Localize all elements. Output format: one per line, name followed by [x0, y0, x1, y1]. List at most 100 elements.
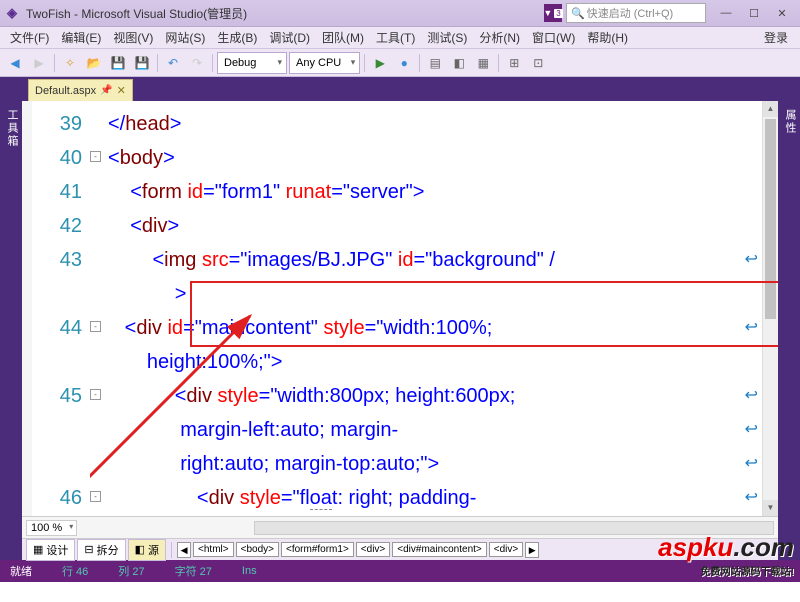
status-col: 列 27 — [118, 563, 144, 579]
fold-toggle-icon[interactable]: - — [90, 151, 101, 162]
status-ins: Ins — [242, 565, 257, 577]
save-all-button[interactable]: 💾 — [131, 52, 153, 74]
menu-view[interactable]: 视图(V) — [107, 27, 159, 48]
nav-back-button[interactable]: ◀ — [4, 52, 26, 74]
code-line[interactable]: <body> — [108, 141, 774, 175]
menu-debug[interactable]: 调试(D) — [263, 27, 316, 48]
pin-icon[interactable]: 📌 — [100, 85, 112, 96]
line-number: 43 — [32, 243, 90, 311]
line-number: 46- — [32, 481, 90, 516]
code-line[interactable]: <div style="width:800px; height:600px; m… — [108, 379, 774, 481]
code-body[interactable]: </head> <body> <form id="form1" runat="s… — [90, 101, 778, 516]
left-sidebar-toolbox[interactable]: 工具箱 — [0, 101, 22, 560]
open-file-button[interactable]: 📂 — [83, 52, 105, 74]
fold-toggle-icon[interactable]: - — [90, 389, 101, 400]
document-tab[interactable]: Default.aspx 📌 ✕ — [28, 79, 133, 101]
properties-tab[interactable]: 属性 — [780, 105, 800, 556]
toolbox-tab[interactable]: 工具箱 — [2, 105, 22, 556]
zoom-bar: 100 % — [22, 516, 778, 538]
menu-file[interactable]: 文件(F) — [4, 27, 55, 48]
tb-icon-1[interactable]: ▤ — [424, 52, 446, 74]
code-line[interactable]: <div style="float: right; padding- top: … — [108, 481, 774, 516]
line-number: 42 — [32, 209, 90, 243]
word-wrap-icon: ↩ — [745, 311, 758, 345]
breadcrumb-item[interactable]: <div> — [489, 542, 523, 557]
breadcrumb-item[interactable]: <form#form1> — [281, 542, 354, 557]
code-line[interactable]: <div> — [108, 209, 774, 243]
line-number: 45- — [32, 379, 90, 481]
minimize-button[interactable]: — — [712, 3, 740, 23]
sign-in-link[interactable]: 登录 — [756, 27, 796, 48]
horizontal-scrollbar[interactable] — [254, 521, 774, 535]
undo-button[interactable]: ↶ — [162, 52, 184, 74]
zoom-dropdown[interactable]: 100 % — [26, 520, 77, 536]
maximize-button[interactable]: ☐ — [740, 3, 768, 23]
menu-analyze[interactable]: 分析(N) — [473, 27, 526, 48]
word-wrap-icon: ↩ — [745, 379, 758, 413]
tb-icon-5[interactable]: ⊡ — [527, 52, 549, 74]
nav-forward-button[interactable]: ▶ — [28, 52, 50, 74]
start-debug-button[interactable]: ▶ — [369, 52, 391, 74]
word-wrap-icon: ↩ — [745, 413, 758, 447]
breadcrumb-item[interactable]: <div#maincontent> — [392, 542, 487, 557]
scroll-down-icon[interactable]: ▼ — [763, 500, 778, 516]
word-wrap-icon: ↩ — [745, 481, 758, 515]
word-wrap-icon: ↩ — [745, 243, 758, 277]
menu-tools[interactable]: 工具(T) — [370, 27, 421, 48]
vertical-scrollbar[interactable]: ▲ ▼ — [762, 101, 778, 516]
save-button[interactable]: 💾 — [107, 52, 129, 74]
code-area[interactable]: 39 40- 41 42 43 44- 45- 46- </head> <bod… — [22, 101, 778, 516]
platform-dropdown[interactable]: Any CPU — [289, 52, 360, 74]
code-line[interactable]: </head> — [108, 107, 774, 141]
status-ready: 就绪 — [10, 563, 32, 579]
quick-launch-placeholder: 快速启动 (Ctrl+Q) — [587, 5, 673, 21]
design-view-button[interactable]: ▦设计 — [26, 539, 75, 561]
new-project-button[interactable]: ✧ — [59, 52, 81, 74]
toolbar: ◀ ▶ ✧ 📂 💾 💾 ↶ ↷ Debug Any CPU ▶ ● ▤ ◧ ▦ … — [0, 49, 800, 77]
code-line[interactable]: <img src="images/BJ.JPG" id="background"… — [108, 243, 774, 311]
statusbar: 就绪 行 46 列 27 字符 27 Ins — [0, 560, 800, 582]
fold-toggle-icon[interactable]: - — [90, 491, 101, 502]
menu-site[interactable]: 网站(S) — [159, 27, 211, 48]
editor: 39 40- 41 42 43 44- 45- 46- </head> <bod… — [22, 101, 778, 560]
selection-margin — [22, 101, 32, 516]
scrollbar-thumb[interactable] — [765, 119, 776, 319]
menu-edit[interactable]: 编辑(E) — [55, 27, 107, 48]
split-view-button[interactable]: ⊟拆分 — [77, 539, 125, 561]
status-line: 行 46 — [62, 563, 88, 579]
breadcrumb-item[interactable]: <div> — [356, 542, 390, 557]
close-button[interactable]: ✕ — [768, 3, 796, 23]
menu-window[interactable]: 窗口(W) — [526, 27, 581, 48]
tb-icon-3[interactable]: ▦ — [472, 52, 494, 74]
search-icon: 🔍 — [571, 7, 585, 20]
line-number: 44- — [32, 311, 90, 379]
tab-close-icon[interactable]: ✕ — [117, 84, 126, 97]
fold-toggle-icon[interactable]: - — [90, 321, 101, 332]
menu-team[interactable]: 团队(M) — [316, 27, 370, 48]
tab-label: Default.aspx — [35, 85, 96, 97]
quick-launch-input[interactable]: 🔍 快速启动 (Ctrl+Q) — [566, 3, 706, 23]
browser-dropdown[interactable]: ● — [393, 52, 415, 74]
menu-build[interactable]: 生成(B) — [211, 27, 263, 48]
menu-help[interactable]: 帮助(H) — [581, 27, 634, 48]
config-dropdown[interactable]: Debug — [217, 52, 287, 74]
line-number: 41 — [32, 175, 90, 209]
breadcrumb-next-icon[interactable]: ▶ — [525, 542, 539, 558]
notification-flag-icon[interactable]: ▼3 — [544, 4, 562, 22]
line-number: 39 — [32, 107, 90, 141]
main-area: 工具箱 39 40- 41 42 43 44- 45- 46- </head> … — [0, 101, 800, 560]
tb-icon-2[interactable]: ◧ — [448, 52, 470, 74]
right-sidebar: 属性 解决方案资源管理器 团队资源管理器 — [778, 101, 800, 560]
scroll-up-icon[interactable]: ▲ — [763, 101, 778, 117]
word-wrap-icon: ↩ — [745, 447, 758, 481]
menu-test[interactable]: 测试(S) — [421, 27, 473, 48]
tb-icon-4[interactable]: ⊞ — [503, 52, 525, 74]
redo-button[interactable]: ↷ — [186, 52, 208, 74]
breadcrumb-item[interactable]: <body> — [236, 542, 279, 557]
source-view-button[interactable]: ◧源 — [128, 539, 166, 561]
vs-logo-icon: ◈ — [4, 5, 20, 21]
code-line[interactable]: <form id="form1" runat="server"> — [108, 175, 774, 209]
code-line[interactable]: <div id="maincontent" style="width:100%;… — [108, 311, 774, 379]
breadcrumb-item[interactable]: <html> — [193, 542, 234, 557]
breadcrumb-prev-icon[interactable]: ◀ — [177, 542, 191, 558]
